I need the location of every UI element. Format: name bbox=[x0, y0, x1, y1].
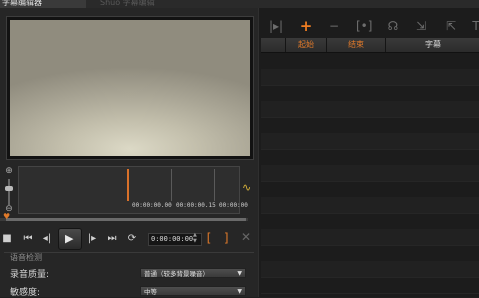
timeline-label: 00:00:00 bbox=[219, 202, 248, 209]
playhead-icon[interactable]: ♥ bbox=[3, 213, 11, 221]
table-row[interactable] bbox=[261, 85, 479, 102]
audio-timeline[interactable]: 00:00:00.00 00:00:00.15 00:00:00 bbox=[18, 166, 248, 214]
recording-quality-value: 普通（较多背景噪音） bbox=[144, 270, 209, 278]
zoom-in-icon[interactable]: ⊕ bbox=[4, 166, 14, 176]
waveform-icon[interactable]: ∿ bbox=[242, 182, 256, 194]
go-to-end-icon[interactable]: ⏭ bbox=[105, 231, 119, 247]
remove-subtitle-icon[interactable]: − bbox=[326, 18, 342, 34]
sensitivity-dropdown[interactable]: 中等 ▼ bbox=[140, 286, 246, 296]
repeat-icon[interactable]: ⟳ bbox=[125, 231, 139, 247]
timeline-gridline bbox=[171, 169, 172, 201]
speech-detection-title: 语音检测 bbox=[10, 253, 42, 262]
dropdown-arrow-icon: ▼ bbox=[237, 270, 242, 277]
timeline-scrollbar-thumb[interactable] bbox=[6, 218, 246, 221]
background-tab-title[interactable]: Shuo 字幕编辑 bbox=[100, 0, 260, 8]
mark-in-button[interactable]: [ bbox=[205, 230, 212, 246]
timecode-stepper-icon[interactable]: ▲ ▼ bbox=[193, 232, 199, 244]
table-row[interactable] bbox=[261, 213, 479, 230]
table-row[interactable] bbox=[261, 277, 479, 294]
timeline-label: 00:00:00.15 bbox=[176, 202, 216, 209]
next-frame-icon[interactable]: |▸ bbox=[85, 231, 99, 247]
table-row[interactable] bbox=[261, 197, 479, 214]
mark-out-button[interactable]: ] bbox=[223, 230, 230, 246]
subtitle-column-header[interactable]: 字幕 bbox=[385, 38, 479, 52]
timeline-zoom-control: ⊕ ⊖ bbox=[2, 166, 16, 216]
timeline-position-marker[interactable] bbox=[127, 169, 129, 201]
stop-icon[interactable]: ■ bbox=[2, 231, 12, 247]
table-row[interactable] bbox=[261, 133, 479, 150]
table-row[interactable] bbox=[261, 245, 479, 262]
import-subtitle-icon[interactable]: ⇲ bbox=[413, 18, 429, 34]
table-row[interactable] bbox=[261, 229, 479, 246]
text-options-icon[interactable]: T bbox=[468, 18, 479, 34]
subtitle-toolbar: |▸| + − [•] ☊ ⇲ ⇱ T bbox=[260, 10, 479, 36]
table-row[interactable] bbox=[261, 69, 479, 86]
recording-quality-dropdown[interactable]: 普通（较多背景噪音） ▼ bbox=[140, 268, 246, 278]
previous-frame-icon[interactable]: ◂| bbox=[40, 231, 54, 247]
go-to-start-icon[interactable]: ⏮ bbox=[21, 231, 35, 247]
insert-at-cursor-icon[interactable]: |▸| bbox=[268, 18, 284, 34]
table-row[interactable] bbox=[261, 149, 479, 166]
table-row[interactable] bbox=[261, 53, 479, 70]
timeline-gridline bbox=[214, 169, 215, 201]
dropdown-arrow-icon: ▼ bbox=[237, 288, 242, 295]
play-button[interactable]: ▶ bbox=[58, 228, 82, 250]
zoom-slider-track[interactable] bbox=[8, 179, 10, 205]
video-preview bbox=[10, 20, 250, 156]
table-row[interactable] bbox=[261, 181, 479, 198]
sensitivity-label: 敏感度: bbox=[10, 288, 41, 298]
timeline-label: 00:00:00.00 bbox=[132, 202, 172, 209]
video-preview-frame bbox=[6, 16, 254, 160]
speech-detect-icon[interactable]: ☊ bbox=[385, 18, 401, 34]
recording-quality-label: 录音质量: bbox=[10, 270, 50, 280]
sensitivity-value: 中等 bbox=[144, 288, 157, 296]
index-column-header[interactable] bbox=[261, 38, 285, 52]
window-title: 字幕编辑器 bbox=[2, 0, 42, 7]
table-row[interactable] bbox=[261, 117, 479, 134]
zoom-slider-knob[interactable] bbox=[5, 186, 13, 191]
end-column-header[interactable]: 结束 bbox=[326, 38, 385, 52]
delete-mark-icon[interactable]: ✕ bbox=[241, 230, 251, 244]
subtitle-table-header: 起始 结束 字幕 bbox=[261, 38, 479, 53]
table-row[interactable] bbox=[261, 261, 479, 278]
table-row[interactable] bbox=[261, 165, 479, 182]
start-column-header[interactable]: 起始 bbox=[285, 38, 326, 52]
add-subtitle-icon[interactable]: + bbox=[298, 18, 314, 34]
play-icon: ▶ bbox=[65, 232, 74, 245]
subtitle-list[interactable] bbox=[261, 53, 479, 297]
table-row[interactable] bbox=[261, 101, 479, 118]
split-subtitle-icon[interactable]: [•] bbox=[356, 18, 372, 34]
export-subtitle-icon[interactable]: ⇱ bbox=[443, 18, 459, 34]
